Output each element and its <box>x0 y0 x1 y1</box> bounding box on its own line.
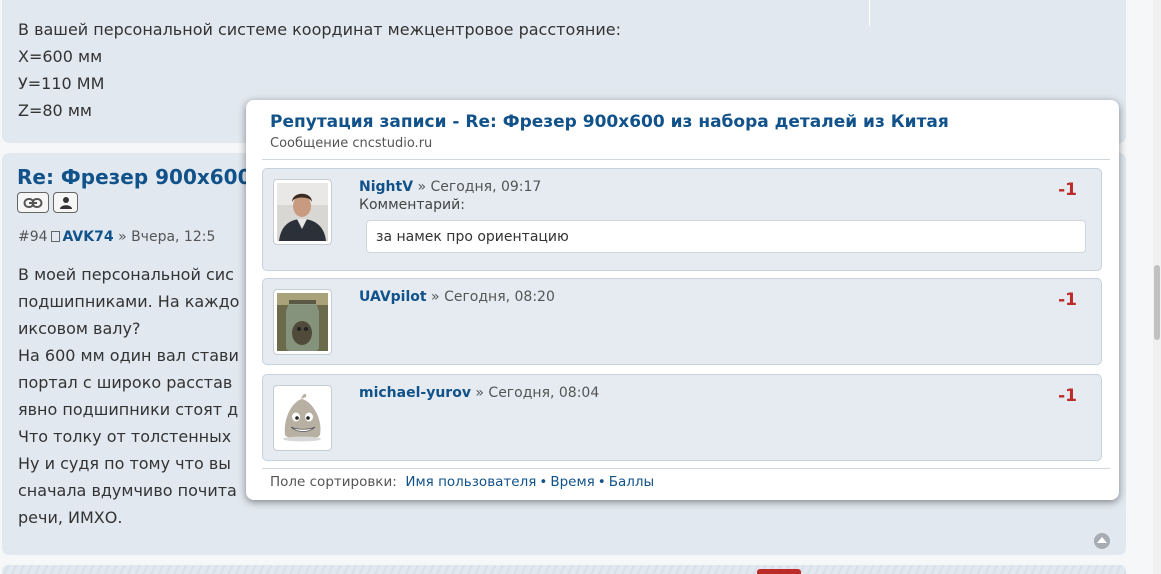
divider <box>262 468 1110 469</box>
sort-by-points-link[interactable]: Баллы <box>609 474 654 490</box>
sort-separator: • <box>539 474 548 490</box>
reputation-line: NightV » Сегодня, 09:17 <box>359 179 541 195</box>
sort-by-time-link[interactable]: Время <box>550 474 594 490</box>
post-meta: #94 AVK74 » Вчера, 12:5 <box>18 229 215 245</box>
red-tab <box>757 569 801 574</box>
reputation-popup: Репутация записи - Re: Фрезер 900х600 из… <box>246 100 1119 500</box>
post-doc-icon <box>50 231 60 242</box>
reputation-date: » Сегодня, 08:04 <box>475 385 600 401</box>
avatar[interactable] <box>273 289 332 355</box>
reputation-points: -1 <box>1058 180 1077 200</box>
sort-by-username-link[interactable]: Имя пользователя <box>405 474 536 490</box>
post-line: подшипниками. На каждо <box>18 292 240 311</box>
comment-label: Комментарий: <box>359 197 465 213</box>
user-profile-icon[interactable] <box>53 192 78 213</box>
post-title[interactable]: Re: Фрезер 900х600 <box>17 165 252 189</box>
post-line: явно подшипники стоят д <box>18 400 239 419</box>
post-line: Что толку от толстенных <box>18 427 232 446</box>
reputation-line: michael-yurov » Сегодня, 08:04 <box>359 385 599 401</box>
avatar[interactable] <box>273 179 332 245</box>
popup-subtitle: Сообщение cncstudio.ru <box>270 136 433 151</box>
divider <box>262 159 1110 160</box>
reputation-user[interactable]: NightV <box>359 179 413 195</box>
sort-bar: Поле сортировки: Имя пользователя • Время •… <box>270 474 654 490</box>
post-line: В моей персональной сис <box>18 265 234 284</box>
scrollbar-thumb[interactable] <box>1154 265 1160 340</box>
reputation-date: » Сегодня, 09:17 <box>417 179 542 195</box>
reputation-points: -1 <box>1058 290 1077 310</box>
post-line: речи, ИМХО. <box>18 508 123 527</box>
post-number[interactable]: #94 <box>18 229 48 245</box>
back-to-top-icon[interactable] <box>1094 533 1110 549</box>
reputation-item: michael-yurov » Сегодня, 08:04 -1 <box>262 374 1102 461</box>
reputation-user[interactable]: michael-yurov <box>359 385 471 401</box>
post-line: сначала вдумчиво почита <box>18 481 237 500</box>
reputation-item: UAVpilot » Сегодня, 08:20 -1 <box>262 278 1102 365</box>
reputation-item: NightV » Сегодня, 09:17 Комментарий: за … <box>262 168 1102 271</box>
post-body: В моей персональной сис подшипниками. На… <box>18 261 239 531</box>
post-line: портал с широко расстав <box>18 373 233 392</box>
post-actions <box>17 192 78 213</box>
reputation-points: -1 <box>1058 386 1077 406</box>
next-post-strip <box>2 565 1126 574</box>
post-author[interactable]: AVK74 <box>63 229 114 245</box>
sort-separator: • <box>597 474 606 490</box>
post-line: У=110 ММ <box>18 74 105 93</box>
avatar[interactable] <box>273 385 332 451</box>
post-line: В вашей персональной системе координат м… <box>18 20 621 39</box>
reputation-line: UAVpilot » Сегодня, 08:20 <box>359 289 555 305</box>
post-line: Ну и судя по тому что вы <box>18 454 231 473</box>
popup-title[interactable]: Репутация записи - Re: Фрезер 900х600 из… <box>270 112 949 132</box>
sort-label: Поле сортировки: <box>270 474 397 490</box>
reputation-user[interactable]: UAVpilot <box>359 289 427 305</box>
column-divider <box>869 0 870 26</box>
scrollbar[interactable] <box>1153 0 1161 574</box>
post-line: На 600 мм один вал стави <box>18 346 239 365</box>
comment-text: за намек про ориентацию <box>366 220 1086 253</box>
link-icon[interactable] <box>17 192 49 213</box>
reputation-date: » Сегодня, 08:20 <box>431 289 555 305</box>
post-line: иксовом валу? <box>18 319 141 338</box>
post-date: » Вчера, 12:5 <box>118 229 216 245</box>
post-line: X=600 мм <box>18 47 103 66</box>
